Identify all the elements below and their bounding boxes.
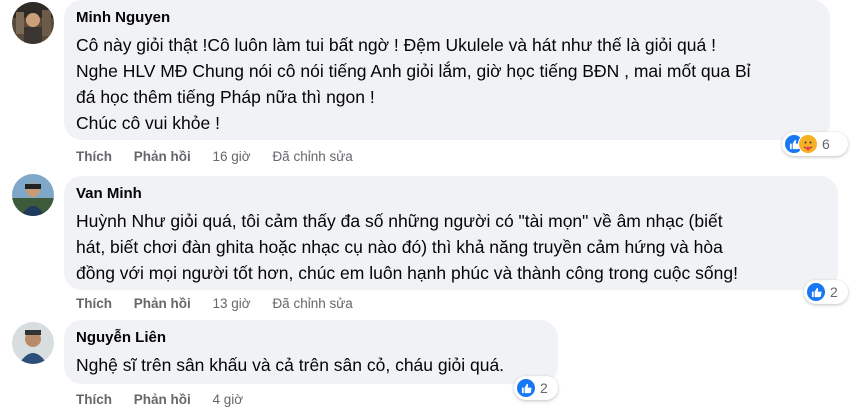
reaction-summary[interactable]: 6 xyxy=(782,132,848,156)
comment-timestamp[interactable]: 16 giờ xyxy=(213,149,251,164)
like-button[interactable]: Thích xyxy=(76,296,112,311)
like-icon xyxy=(516,378,536,398)
comment-author[interactable]: Van Minh xyxy=(76,184,826,204)
comment-actions: Thích Phản hồi 4 giờ xyxy=(76,392,261,408)
comment-timestamp[interactable]: 13 giờ xyxy=(213,296,251,311)
avatar-photo-icon xyxy=(12,174,54,216)
like-icon xyxy=(806,282,826,302)
comment-line: Chúc cô vui khỏe ! xyxy=(76,113,220,133)
reaction-count: 2 xyxy=(830,284,838,300)
avatar[interactable] xyxy=(12,322,54,364)
like-button[interactable]: Thích xyxy=(76,149,112,164)
reply-button[interactable]: Phản hồi xyxy=(134,149,191,164)
care-icon xyxy=(798,134,818,154)
comment-timestamp[interactable]: 4 giờ xyxy=(213,392,244,407)
reply-button[interactable]: Phản hồi xyxy=(134,296,191,311)
reaction-count: 2 xyxy=(540,380,548,396)
comment-text: Nghệ sĩ trên sân khấu và cả trên sân cỏ,… xyxy=(76,352,546,378)
reaction-count: 6 xyxy=(822,136,830,152)
comment-actions: Thích Phản hồi 16 giờ Đã chỉnh sửa xyxy=(76,149,371,165)
comment-author[interactable]: Minh Nguyen xyxy=(76,8,818,28)
comment-actions: Thích Phản hồi 13 giờ Đã chỉnh sửa xyxy=(76,296,371,312)
comment-bubble: Nguyễn Liên Nghệ sĩ trên sân khấu và cả … xyxy=(64,320,558,384)
avatar-photo-icon xyxy=(12,2,54,44)
like-button[interactable]: Thích xyxy=(76,392,112,407)
comment-line: Nghe HLV MĐ Chung nói cô nói tiếng Anh g… xyxy=(76,61,751,81)
comment-line: đá học thêm tiếng Pháp nữa thì ngon ! xyxy=(76,87,375,107)
comment-line: Huỳnh Như giỏi quá, tôi cảm thấy đa số n… xyxy=(76,211,723,231)
reply-button[interactable]: Phản hồi xyxy=(134,392,191,407)
comment-line: Cô này giỏi thật !Cô luôn làm tui bất ng… xyxy=(76,35,716,55)
comment-line: đồng với mọi người tốt hơn, chúc em luôn… xyxy=(76,263,738,283)
reaction-summary[interactable]: 2 xyxy=(804,280,848,304)
comment-text: Cô này giỏi thật !Cô luôn làm tui bất ng… xyxy=(76,32,818,136)
avatar[interactable] xyxy=(12,2,54,44)
edited-label[interactable]: Đã chỉnh sửa xyxy=(272,149,352,164)
avatar[interactable] xyxy=(12,174,54,216)
avatar-photo-icon xyxy=(12,322,54,364)
comment-bubble: Minh Nguyen Cô này giỏi thật !Cô luôn là… xyxy=(64,0,830,140)
comment-bubble: Van Minh Huỳnh Như giỏi quá, tôi cảm thấ… xyxy=(64,176,838,290)
comment-line: Nghệ sĩ trên sân khấu và cả trên sân cỏ,… xyxy=(76,355,505,375)
reaction-summary[interactable]: 2 xyxy=(514,376,558,400)
edited-label[interactable]: Đã chỉnh sửa xyxy=(272,296,352,311)
comment-line: hát, biết chơi đàn ghita hoặc nhạc cụ nà… xyxy=(76,237,723,257)
comment-text: Huỳnh Như giỏi quá, tôi cảm thấy đa số n… xyxy=(76,208,826,286)
comment-author[interactable]: Nguyễn Liên xyxy=(76,328,546,348)
